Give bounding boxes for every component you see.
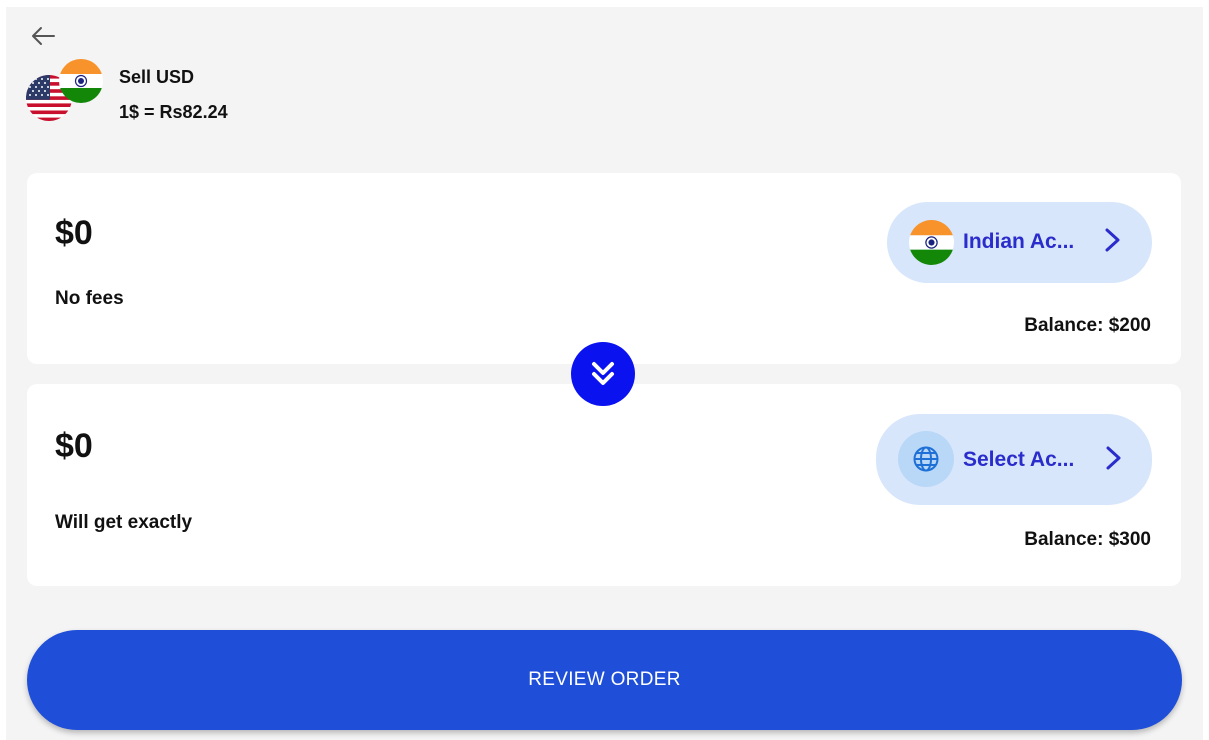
exchange-rate: 1$ = Rs82.24	[119, 102, 228, 122]
destination-account-selector[interactable]: Select Ac...	[876, 414, 1152, 505]
source-account-label: Indian Ac...	[963, 230, 1075, 253]
source-account-selector[interactable]: Indian Ac...	[887, 202, 1152, 283]
send-card: $0 No fees Indian Ac... Balance: $200	[27, 173, 1181, 364]
back-button[interactable]	[29, 22, 57, 50]
globe-icon	[898, 431, 954, 487]
receive-card: $0 Will get exactly Select Ac... Balance…	[27, 384, 1181, 586]
sell-screen: Sell USD 1$ = Rs82.24 $0 No fees Indian …	[6, 7, 1203, 740]
source-balance: Balance: $200	[1024, 315, 1151, 336]
currency-pair-flags	[26, 59, 106, 125]
receive-note: Will get exactly	[55, 512, 193, 533]
chevron-right-icon	[1105, 228, 1120, 252]
destination-account-label: Select Ac...	[963, 448, 1075, 471]
double-chevron-down-icon	[592, 362, 614, 385]
page-title: Sell USD	[119, 67, 195, 87]
send-fee-note: No fees	[55, 288, 124, 309]
review-order-button[interactable]: REVIEW ORDER	[27, 630, 1182, 730]
destination-balance: Balance: $300	[1024, 529, 1151, 550]
swap-direction-button[interactable]	[571, 342, 635, 406]
send-amount[interactable]: $0	[55, 213, 93, 253]
chevron-right-icon	[1106, 446, 1121, 470]
arrow-left-icon	[32, 27, 55, 45]
receive-amount[interactable]: $0	[55, 426, 93, 466]
india-flag-icon	[59, 59, 103, 103]
india-flag-icon	[909, 220, 954, 265]
